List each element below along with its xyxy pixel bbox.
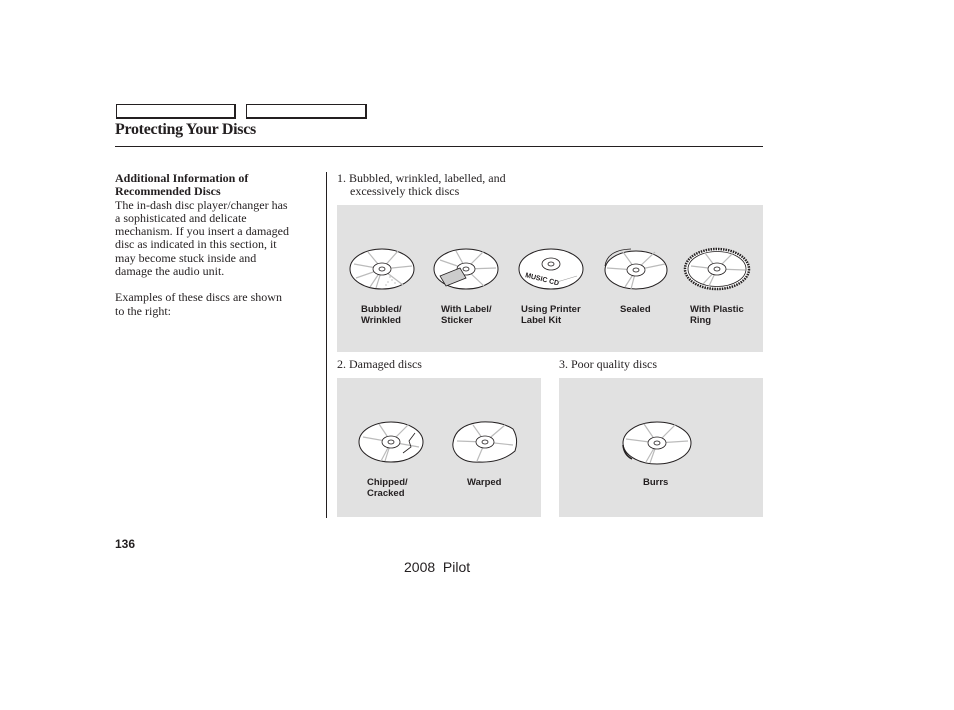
sidebar-body-line: damage the audio unit. bbox=[115, 264, 225, 279]
disc-label-line: With Plastic bbox=[690, 304, 744, 315]
disc-label-printer-kit: Using Printer Label Kit bbox=[521, 304, 581, 326]
sidebar-body-line: mechanism. If you insert a damaged bbox=[115, 224, 289, 239]
disc-label-bubbled: Bubbled/ Wrinkled bbox=[361, 304, 402, 326]
labeled-disc-icon bbox=[433, 248, 499, 290]
sidebar-heading-line-2: Recommended Discs bbox=[115, 184, 221, 199]
disc-label-warped: Warped bbox=[467, 477, 502, 489]
cracked-disc-icon bbox=[358, 421, 424, 463]
header-tab-2[interactable] bbox=[246, 104, 367, 119]
sidebar-text: Additional Information of Recommended Di… bbox=[115, 171, 325, 318]
disc-label-line: Using Printer bbox=[521, 304, 581, 315]
disc-label-sticker: With Label/ Sticker bbox=[441, 304, 492, 326]
plastic-ring-disc-icon bbox=[683, 247, 751, 291]
section-1-caption-line-2: excessively thick discs bbox=[350, 184, 460, 198]
printed-label-disc-icon: MUSIC CD bbox=[518, 248, 584, 290]
disc-label-sealed: Sealed bbox=[620, 304, 651, 316]
section-3-caption: 3. Poor quality discs bbox=[559, 357, 657, 371]
disc-label-line: Sealed bbox=[620, 304, 651, 315]
disc-label-line: Cracked bbox=[367, 487, 405, 499]
sidebar-heading-line-1: Additional Information of bbox=[115, 171, 249, 185]
disc-label-plastic-ring: With Plastic Ring bbox=[690, 304, 744, 326]
disc-label-cracked: Chipped/ Cracked bbox=[367, 477, 408, 499]
burred-disc-icon bbox=[622, 421, 692, 465]
sidebar-body-line: The in-dash disc player/changer has bbox=[115, 197, 288, 212]
sidebar-body-line: may become stuck inside and bbox=[115, 250, 257, 265]
disc-label-line: Sticker bbox=[441, 314, 473, 326]
disc-label-line: Ring bbox=[690, 314, 712, 326]
disc-label-burrs: Burrs bbox=[643, 477, 669, 489]
section-2-caption: 2. Damaged discs bbox=[337, 357, 422, 371]
disc-label-line: Warped bbox=[467, 477, 502, 488]
warped-disc-icon bbox=[452, 421, 518, 463]
bubbled-disc-icon bbox=[349, 248, 415, 290]
section-1-caption: 1. Bubbled, wrinkled, labelled, and exce… bbox=[337, 172, 506, 198]
disc-label-line: Label Kit bbox=[521, 314, 562, 326]
disc-label-line: Burrs bbox=[643, 477, 669, 488]
page-number: 136 bbox=[115, 537, 136, 551]
footer-model: 2008 Pilot bbox=[404, 559, 471, 575]
disc-label-line: With Label/ bbox=[441, 304, 492, 315]
sealed-disc-icon bbox=[604, 248, 668, 290]
title-divider bbox=[115, 146, 763, 147]
disc-label-line: Chipped/ bbox=[367, 477, 408, 488]
sidebar-examples-line: Examples of these discs are shown bbox=[115, 290, 282, 305]
header-tab-1[interactable] bbox=[116, 104, 236, 119]
disc-label-line: Wrinkled bbox=[361, 314, 401, 326]
sidebar-body-line: a sophisticated and delicate bbox=[115, 210, 247, 225]
sidebar-body-line: disc as indicated in this section, it bbox=[115, 237, 277, 252]
column-divider bbox=[326, 172, 327, 518]
disc-label-line: Bubbled/ bbox=[361, 304, 402, 315]
sidebar-examples-line: to the right: bbox=[115, 303, 171, 318]
page-title: Protecting Your Discs bbox=[115, 121, 256, 138]
